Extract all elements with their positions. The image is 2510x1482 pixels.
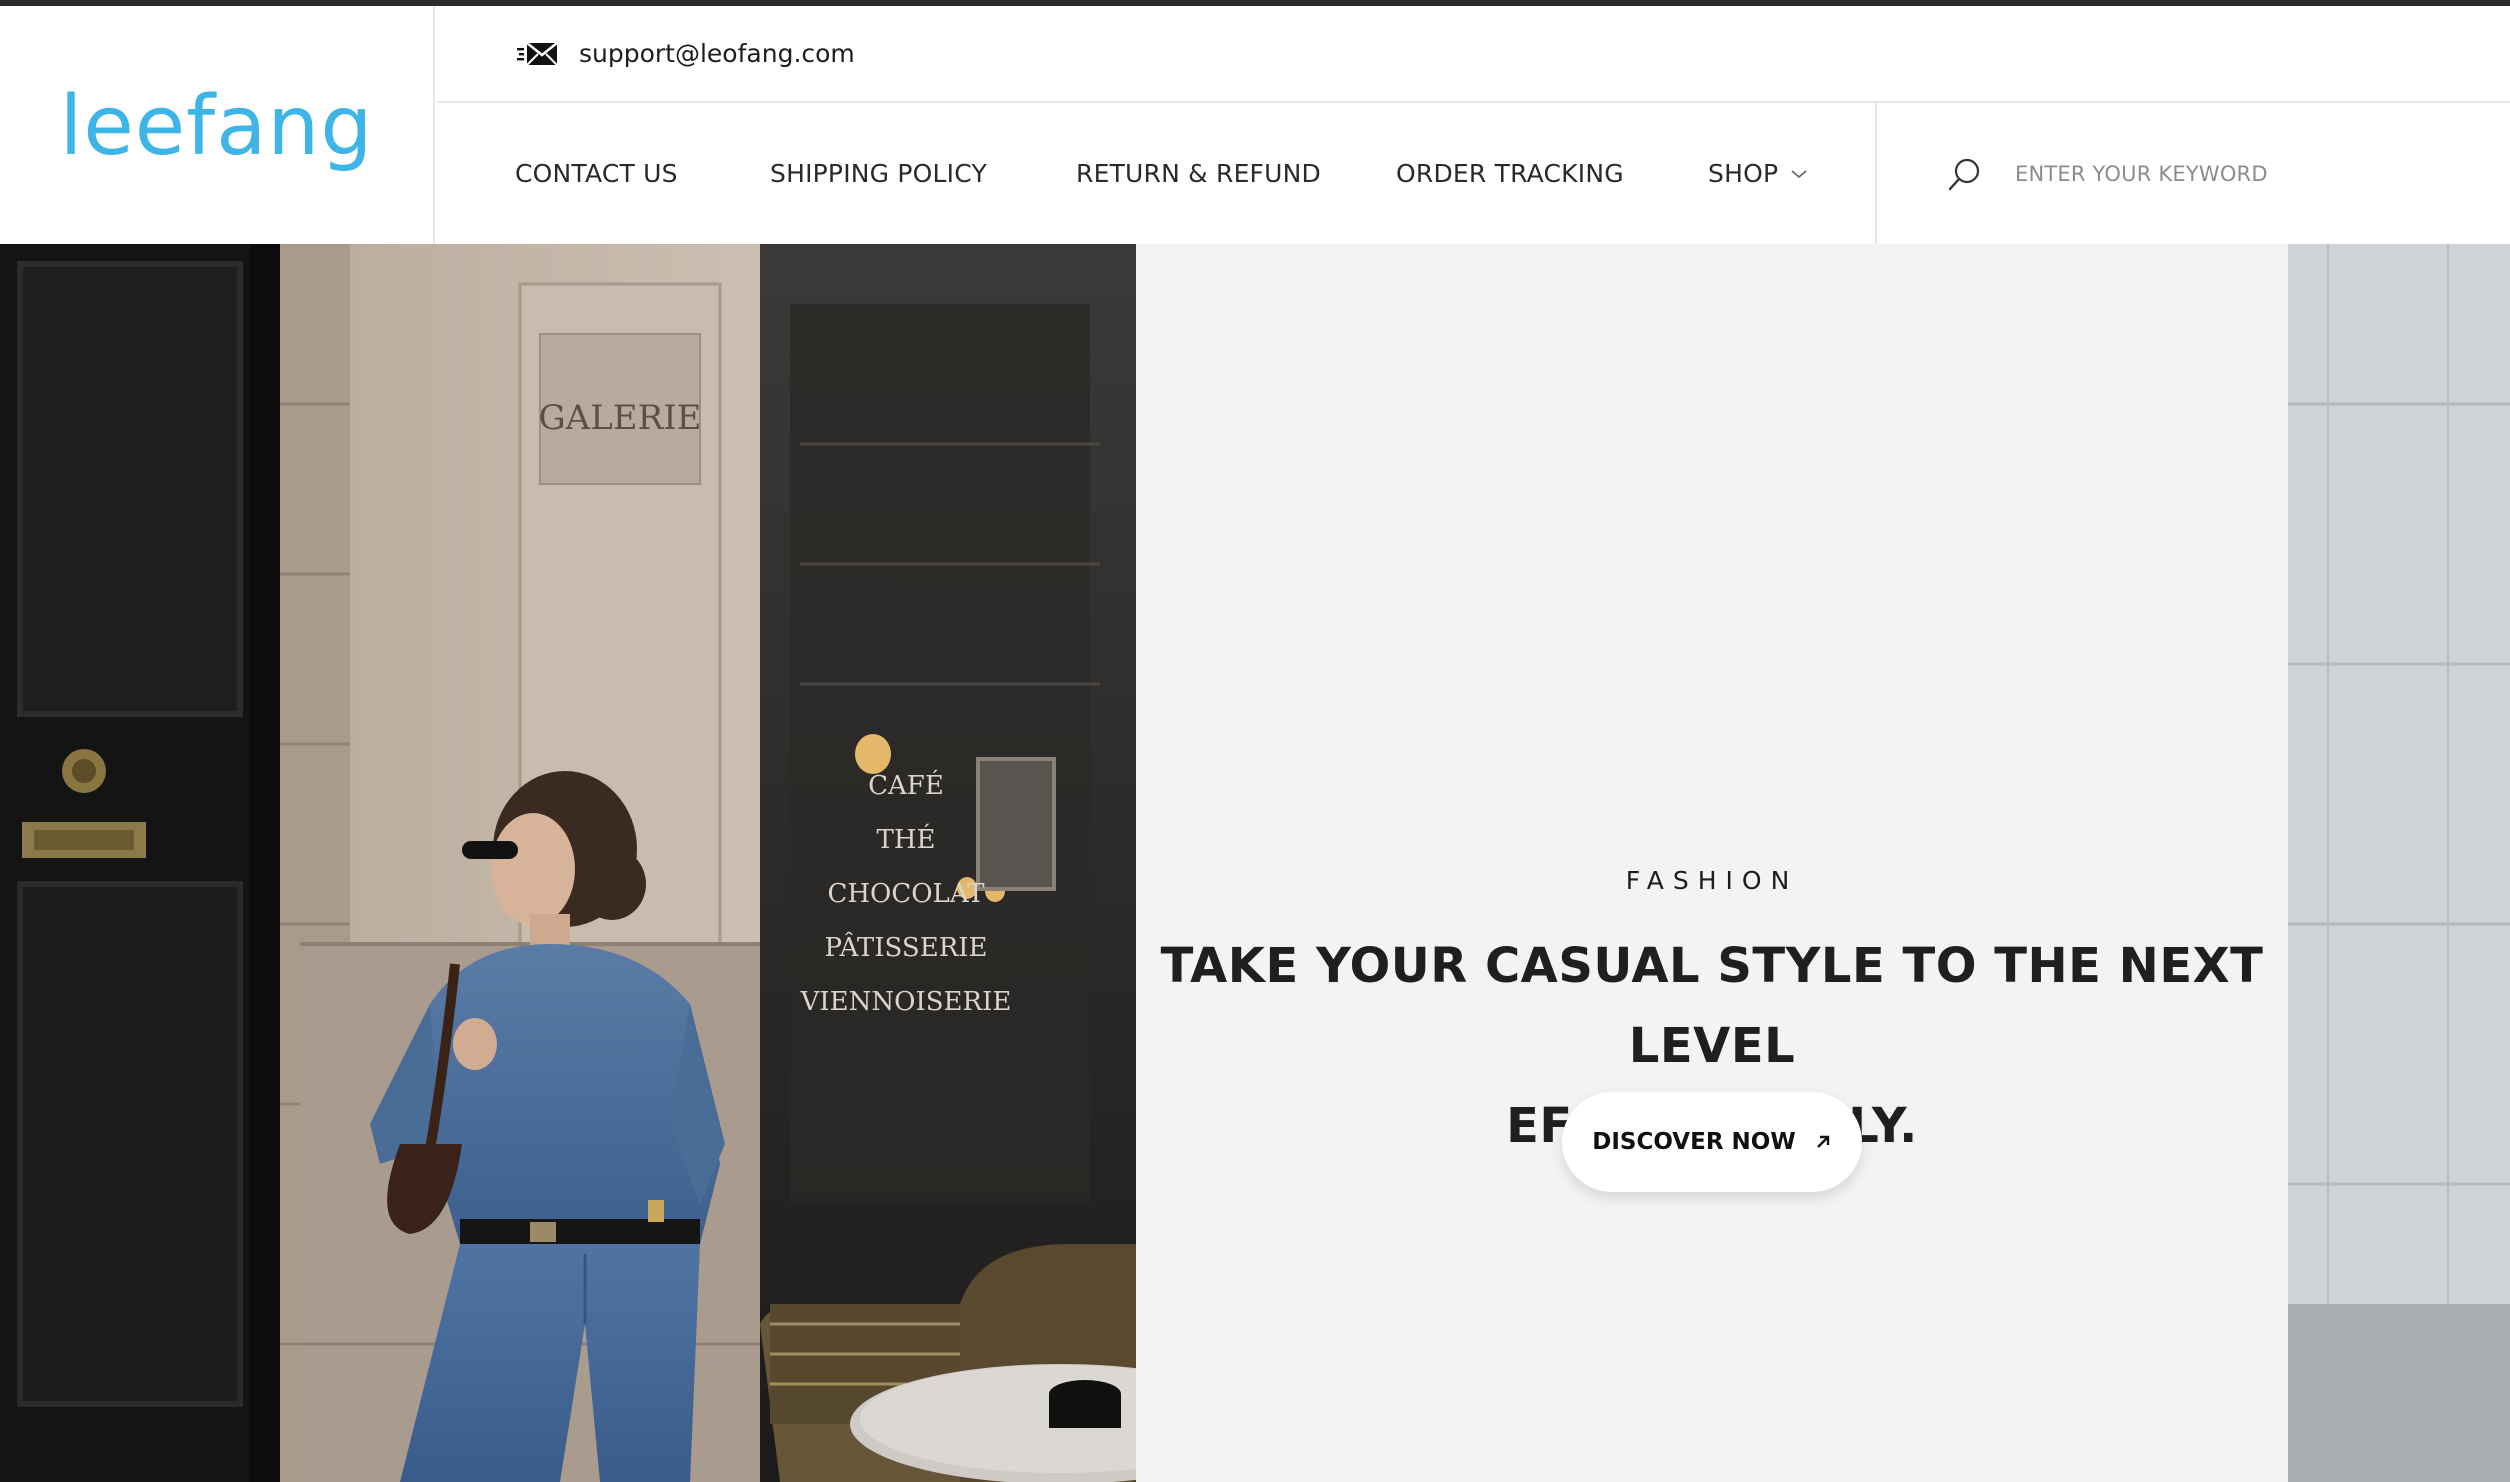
nav-contact-us[interactable]: CONTACT US [515,103,678,244]
support-email-link[interactable]: support@leofang.com [579,39,855,68]
search-input[interactable] [2013,160,2433,187]
window-text-cafe: CAFÉ [868,769,944,801]
site-header: leefang support@leofang.com CONTACT US S… [0,6,2510,244]
brand-logo[interactable]: leefang [60,79,374,174]
search-bar [1879,103,2510,244]
contact-bar: support@leofang.com [437,6,2510,103]
nav-shop[interactable]: SHOP [1708,103,1808,244]
hero-title-line-1: TAKE YOUR CASUAL STYLE TO THE NEXT LEVEL [1160,938,2264,1074]
nav-return-refund[interactable]: RETURN & REFUND [1076,103,1321,244]
window-text-patisserie: PÂTISSERIE [824,931,987,963]
search-icon[interactable] [1947,156,1983,192]
hero-eyebrow: FASHION [1625,866,1799,895]
nav-order-tracking[interactable]: ORDER TRACKING [1396,103,1624,244]
nav-shop-label: SHOP [1708,159,1779,188]
discover-now-label: DISCOVER NOW [1592,1129,1796,1155]
logo-cell: leefang [0,6,435,244]
window-text-chocolat: CHOCOLAT [827,879,985,909]
hero-photo: GALERIE CAFÉ THÉ CHOCOLAT PÂTISSERIE VIE… [0,244,1136,1482]
hero-content-panel: FASHION TAKE YOUR CASUAL STYLE TO THE NE… [1136,244,2288,1482]
envelope-icon [517,41,558,66]
arrow-up-right-icon [1816,1135,1829,1148]
galerie-sign-text: GALERIE [539,398,702,438]
hero-banner: GALERIE CAFÉ THÉ CHOCOLAT PÂTISSERIE VIE… [0,244,2510,1482]
hero-next-slide-photo [2288,244,2510,1482]
next-slide-illustration [2288,244,2510,1482]
window-text-the: THÉ [877,823,936,855]
main-nav: CONTACT US SHIPPING POLICY RETURN & REFU… [437,103,1877,244]
discover-now-button[interactable]: DISCOVER NOW [1562,1092,1862,1192]
hero-photo-illustration: GALERIE CAFÉ THÉ CHOCOLAT PÂTISSERIE VIE… [0,244,1136,1482]
window-text-viennoiserie: VIENNOISERIE [800,987,1012,1017]
nav-shipping-policy[interactable]: SHIPPING POLICY [770,103,987,244]
chevron-down-icon [1791,169,1807,178]
